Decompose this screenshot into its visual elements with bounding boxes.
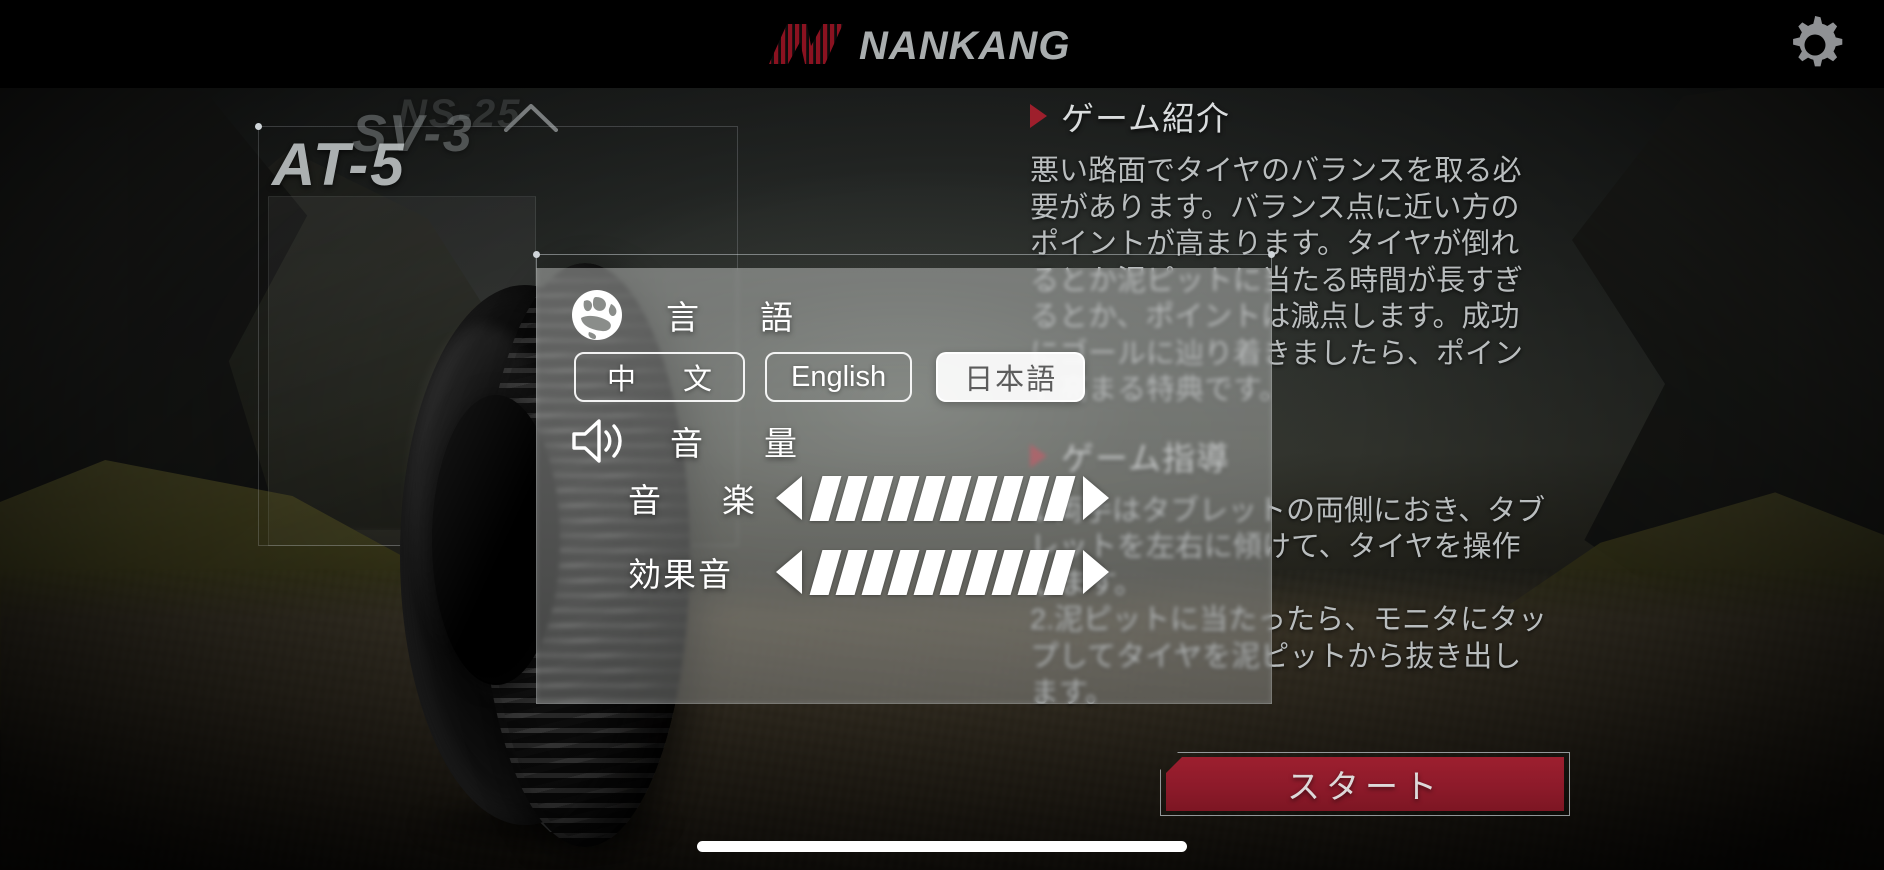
globe-icon [570,288,624,342]
game-screen: NS-25 SV-3 AT-5 ゲーム紹介 悪い路面でタイヤのバランスを取る必 … [0,0,1884,870]
slider-bar[interactable] [1043,475,1076,521]
language-options: 中 文 English 日本語 [574,352,1086,402]
music-slider-row: 音 楽 [628,474,1109,522]
speaker-icon [570,416,628,466]
music-slider-track[interactable] [809,475,1076,521]
hud-corner-dot [1268,251,1275,258]
triangle-left-icon[interactable] [776,550,802,594]
gear-icon [1793,16,1843,67]
game-intro-title: ゲーム紹介 [1061,100,1231,137]
sfx-slider-track[interactable] [809,549,1076,595]
nankang-logo: NANKANG [767,20,1117,68]
hud-corner-dot [255,123,262,130]
tire-model-active: AT-5 [272,131,406,198]
hud-corner-dot [533,251,540,258]
volume-row: 音 量 [570,416,811,466]
game-intro-heading: ゲーム紹介 [1030,92,1605,140]
top-bar: NANKANG [0,0,1884,88]
triangle-bullet-icon [1030,104,1047,128]
triangle-right-icon[interactable] [1083,550,1109,594]
home-indicator[interactable] [697,841,1187,852]
language-option-en[interactable]: English [765,352,913,402]
sfx-slider-label: 効果音 [628,556,733,593]
triangle-left-icon[interactable] [776,476,802,520]
slider-bar[interactable] [1043,549,1076,595]
language-label: 言 語 [666,299,807,336]
settings-panel: 言 語 中 文 English 日本語 音 量 音 楽 効果音 [536,268,1272,704]
language-option-ja[interactable]: 日本語 [936,352,1086,402]
sfx-slider-row: 効果音 [628,548,1109,596]
triangle-right-icon[interactable] [1083,476,1109,520]
svg-text:NANKANG: NANKANG [859,24,1070,68]
intro-line: 悪い路面でタイヤのバランスを取る必 [1030,155,1522,187]
settings-gear-button[interactable] [1784,14,1846,76]
start-button[interactable]: スタート [1166,757,1564,811]
volume-label: 音 量 [670,425,811,462]
language-option-zh[interactable]: 中 文 [574,352,746,402]
intro-line: 要があります。バランス点に近い方の [1030,191,1520,224]
language-row: 言 語 [570,288,807,342]
music-slider-label: 音 楽 [628,482,769,519]
